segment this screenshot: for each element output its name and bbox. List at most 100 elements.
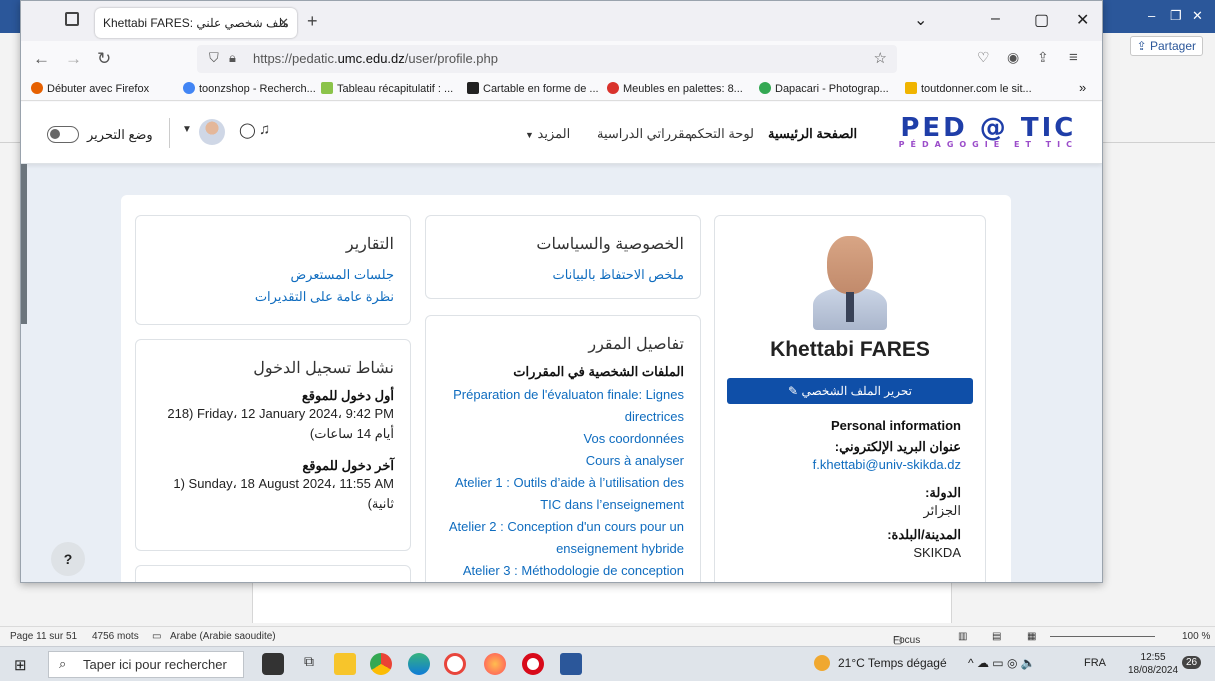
course-link[interactable]: Atelier 2 : Conception d'un cours pour u… [442, 516, 684, 560]
firefox-icon[interactable] [484, 653, 506, 675]
bookmark-favicon-icon [467, 82, 479, 94]
web-layout-icon[interactable]: ▦ [1027, 631, 1036, 642]
shield-icon[interactable]: ⛉ [209, 50, 219, 66]
course-link[interactable]: Préparation de l'évaluaton finale: Ligne… [442, 384, 684, 428]
bookmark-item[interactable]: Dapacari - Photograp... [759, 82, 889, 95]
close-icon[interactable]: ✕ [1192, 8, 1203, 24]
edit-mode-label: وضع التحرير [87, 127, 153, 142]
email-link[interactable]: f.khettabi@univ-skikda.dz [739, 455, 961, 475]
zoom-level[interactable]: 100 % [1182, 631, 1210, 642]
course-link[interactable]: Vos coordonnées [442, 428, 684, 450]
bookmark-item[interactable]: Débuter avec Firefox [31, 82, 149, 95]
edit-icon: ✎ [788, 384, 799, 398]
bookmark-star-icon[interactable]: ☆ [874, 49, 887, 67]
nav-my-courses[interactable]: مقرراتي الدراسية [597, 126, 692, 142]
new-tab-icon[interactable]: + [307, 11, 318, 32]
help-button[interactable]: ? [51, 542, 85, 576]
course-link[interactable]: Atelier 1 : Outils d’aide à l’utilisatio… [442, 472, 684, 516]
taskbar-clock[interactable]: 12:55 18/08/2024 [1128, 651, 1178, 677]
url-bar[interactable]: ⛉ 🔒︎ https://pedatic.umc.edu.dz/user/pro… [197, 45, 897, 73]
browser-window: Khettabi FARES: ملف شخصي علني ✕ + ⌄ – ▢ … [20, 0, 1103, 583]
print-layout-icon[interactable]: ▤ [992, 631, 1001, 642]
opera-gx-icon[interactable] [444, 653, 466, 675]
edit-mode-toggle[interactable] [47, 126, 79, 143]
minimize-icon[interactable]: – [1148, 8, 1155, 23]
chevron-down-icon[interactable]: ⌄ [914, 10, 927, 30]
opera-icon[interactable] [522, 653, 544, 675]
nav-home[interactable]: الصفحة الرئيسية [768, 126, 857, 142]
page-count[interactable]: Page 11 sur 51 [10, 631, 77, 642]
weather-icon [814, 655, 830, 671]
weather-text[interactable]: 21°C Temps dégagé [838, 656, 947, 670]
chrome-icon[interactable] [370, 653, 392, 675]
more-bookmarks-icon[interactable]: » [1079, 80, 1086, 95]
minimize-icon[interactable]: – [991, 10, 1000, 28]
close-icon[interactable]: ✕ [1076, 10, 1089, 30]
course-link[interactable]: Atelier 3 : Méthodologie de conception [442, 560, 684, 582]
chevron-down-icon[interactable]: ▼ [182, 124, 192, 135]
taskbar-search[interactable]: ⌕ Taper ici pour rechercher [48, 651, 244, 678]
input-language[interactable]: FRA [1084, 657, 1106, 669]
system-tray-icons[interactable]: ^ ☁ ▭ ◎ 🔈 [968, 656, 1036, 670]
word-document-page[interactable] [252, 583, 952, 623]
share-button[interactable]: ⇪ Partager [1129, 36, 1203, 56]
tab-close-icon[interactable]: ✕ [278, 15, 289, 31]
personal-info: Personal information عنوان البريد الإلكت… [725, 418, 975, 563]
drawer-handle[interactable] [21, 164, 27, 324]
share-icon[interactable]: ⇪ [1037, 49, 1049, 66]
tab-list-icon[interactable] [65, 12, 79, 26]
word-status-bar: Page 11 sur 51 4756 mots ▭ Arabe (Arabie… [0, 626, 1215, 646]
proofing-icon[interactable]: ▭ [152, 631, 161, 642]
moodle-navbar: PED @ TIC PÉDAGOGIE ET TIC الصفحة الرئيس… [21, 102, 1102, 164]
word-count[interactable]: 4756 mots [92, 631, 139, 642]
tab-profile[interactable]: Khettabi FARES: ملف شخصي علني ✕ [95, 8, 297, 38]
reload-icon[interactable]: ↻ [97, 49, 111, 69]
read-mode-icon[interactable]: ▥ [958, 631, 967, 642]
message-icon[interactable]: ◯ [239, 121, 256, 139]
pocket-icon[interactable]: ♡ [977, 49, 990, 66]
word-app-icon[interactable] [560, 653, 582, 675]
windows-start-icon[interactable]: ⊞ [14, 656, 27, 674]
first-access-ago: أيام 14 ساعات) [309, 426, 394, 441]
edit-profile-button[interactable]: تحرير الملف الشخصي ✎ [727, 378, 973, 404]
bookmark-item[interactable]: Cartable en forme de ... [467, 82, 599, 95]
menu-icon[interactable]: ≡ [1069, 49, 1078, 66]
edge-icon[interactable] [408, 653, 430, 675]
nav-toolbar: ← → ↻ ⛉ 🔒︎ https://pedatic.umc.edu.dz/us… [21, 41, 1102, 77]
extensions-icon[interactable]: ◉ [1007, 49, 1019, 66]
course-link[interactable]: Cours à analyser [442, 450, 684, 472]
site-logo[interactable]: PED @ TIC PÉDAGOGIE ET TIC [899, 115, 1078, 149]
maximize-icon[interactable]: ▢ [1034, 10, 1049, 30]
search-icon: ⌕ [59, 656, 67, 671]
avatar[interactable] [199, 119, 225, 145]
course-profiles-label: الملفات الشخصية في المقررات [513, 364, 684, 379]
browser-sessions-link[interactable]: جلسات المستعرض [152, 264, 394, 286]
notification-badge[interactable]: 26 [1182, 656, 1202, 669]
zoom-slider[interactable] [1050, 636, 1155, 637]
back-icon[interactable]: ← [33, 49, 50, 69]
task-view-icon[interactable]: ⧉ [304, 653, 326, 675]
lock-icon[interactable]: 🔒︎ [229, 50, 236, 66]
data-retention-link[interactable]: ملخص الاحتفاظ بالبيانات [442, 264, 684, 286]
bookmark-item[interactable]: Meubles en palettes: 8... [607, 82, 743, 95]
restore-icon[interactable]: ❐ [1170, 8, 1182, 24]
file-explorer-icon[interactable] [334, 653, 356, 675]
email-label: عنوان البريد الإلكتروني: [834, 439, 961, 454]
profile-card: Khettabi FARES تحرير الملف الشخصي ✎ Pers… [714, 215, 986, 582]
course-details-card: تفاصيل المقرر الملفات الشخصية في المقررا… [425, 315, 701, 582]
bell-icon[interactable]: ♫ [259, 121, 270, 138]
bookmarks-bar: Débuter avec Firefox toonzshop - Recherc… [21, 77, 1102, 101]
nav-dashboard[interactable]: لوحة التحكم [689, 126, 754, 142]
grades-overview-link[interactable]: نظرة عامة على التقديرات [152, 286, 394, 308]
bookmark-item[interactable]: Tableau récapitulatif : ... [321, 82, 453, 95]
nav-more[interactable]: المزيد ▼ [525, 126, 570, 142]
forward-icon[interactable]: → [65, 49, 82, 69]
bookmark-item[interactable]: toutdonner.com le sit... [905, 82, 1032, 95]
bookmark-favicon-icon [759, 82, 771, 94]
bookmark-item[interactable]: toonzshop - Recherch... [183, 82, 316, 95]
bookmark-favicon-icon [905, 82, 917, 94]
camera-app-icon[interactable] [262, 653, 284, 675]
language-status[interactable]: Arabe (Arabie saoudite) [170, 631, 276, 642]
country-label: الدولة: [925, 485, 961, 500]
login-activity-title: نشاط تسجيل الدخول [253, 360, 394, 377]
